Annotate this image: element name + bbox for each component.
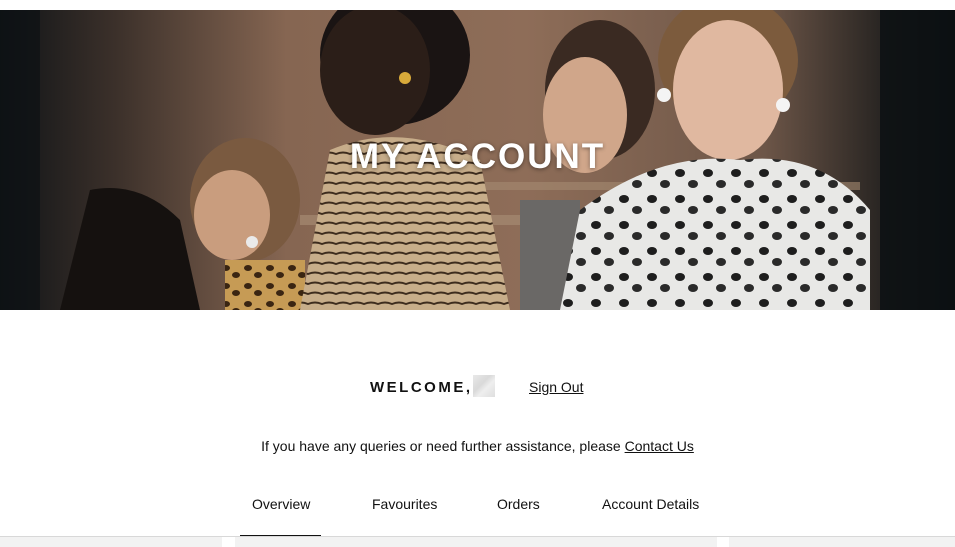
sign-out-link[interactable]: Sign Out [529,379,583,395]
content-panel-left [0,537,222,547]
tab-orders[interactable]: Orders [497,496,540,512]
tab-favourites[interactable]: Favourites [372,496,437,512]
help-message: If you have any queries or need further … [0,438,955,454]
tab-overview[interactable]: Overview [252,496,310,512]
user-name-redacted [473,375,495,397]
welcome-row: WELCOME, Sign Out [0,373,955,403]
help-text: If you have any queries or need further … [261,438,625,454]
tab-account-details[interactable]: Account Details [602,496,699,512]
contact-us-link[interactable]: Contact Us [625,438,694,454]
account-tabs: Overview Favourites Orders Account Detai… [0,490,955,537]
page-title: MY ACCOUNT [349,137,606,176]
welcome-label: WELCOME, [370,379,473,396]
hero-banner: MY ACCOUNT [0,10,955,310]
content-panel-center [235,537,717,547]
top-strip [0,0,955,10]
content-panel-right [729,537,955,547]
content-panels [0,537,955,547]
